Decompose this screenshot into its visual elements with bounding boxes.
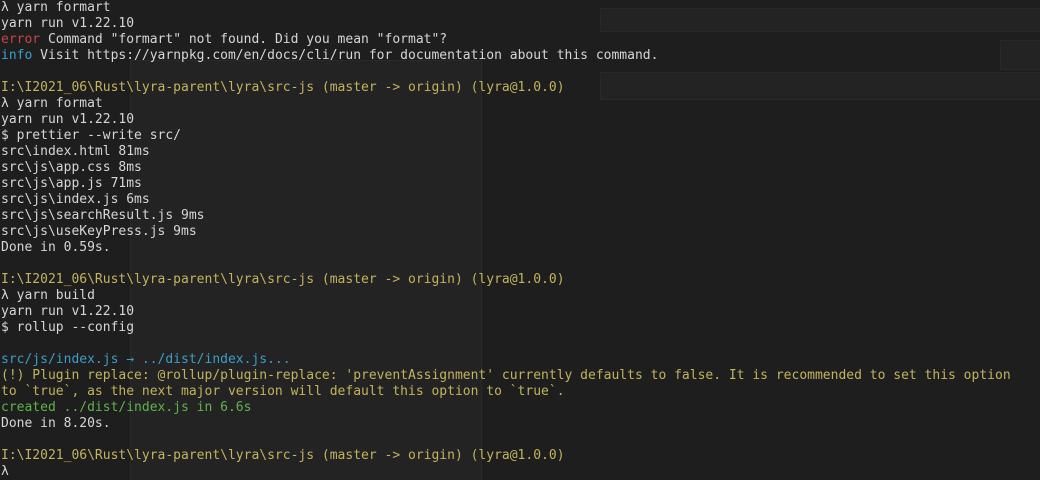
- command-line: λ yarn format: [1, 96, 103, 111]
- output-line: $ prettier --write src/: [1, 128, 182, 143]
- prompt-symbol: λ: [1, 464, 9, 479]
- prompt-path: I:\I2021_06\Rust\lyra-parent\lyra\src-js…: [1, 448, 565, 463]
- prompt-path: I:\I2021_06\Rust\lyra-parent\lyra\src-js…: [1, 272, 565, 287]
- output-line: yarn run v1.22.10: [1, 112, 135, 127]
- error-message: Command "formart" not found. Did you mea…: [40, 32, 448, 47]
- terminal-window[interactable]: λ yarn formart yarn run v1.22.10 error C…: [0, 0, 1040, 480]
- output-line: $ rollup --config: [1, 320, 135, 335]
- warning-line: to `true`, as the next major version wil…: [1, 384, 565, 399]
- output-line: yarn run v1.22.10: [1, 304, 135, 319]
- output-line: Done in 8.20s.: [1, 416, 111, 431]
- info-message: Visit https://yarnpkg.com/en/docs/cli/ru…: [32, 48, 659, 63]
- output-line: src\js\index.js 6ms: [1, 192, 150, 207]
- bundle-line: src/js/index.js → ../dist/index.js...: [1, 352, 291, 367]
- terminal-output: λ yarn formart yarn run v1.22.10 error C…: [0, 0, 1037, 480]
- prompt-path: I:\I2021_06\Rust\lyra-parent\lyra\src-js…: [1, 80, 565, 95]
- output-line: Done in 0.59s.: [1, 240, 111, 255]
- output-line: src\js\searchResult.js 9ms: [1, 208, 205, 223]
- success-line: created ../dist/index.js in 6.6s: [1, 400, 252, 415]
- info-line: info Visit https://yarnpkg.com/en/docs/c…: [1, 48, 1037, 64]
- error-line: error Command "formart" not found. Did y…: [1, 32, 1037, 48]
- warning-line: (!) Plugin replace: @rollup/plugin-repla…: [1, 368, 1011, 383]
- command-line: λ yarn build: [1, 288, 95, 303]
- command-line: λ yarn formart: [1, 0, 111, 15]
- input-prompt[interactable]: λ: [1, 464, 1037, 480]
- output-line: src\index.html 81ms: [1, 144, 150, 159]
- output-line: src\js\app.js 71ms: [1, 176, 142, 191]
- output-line: src\js\useKeyPress.js 9ms: [1, 224, 197, 239]
- output-line: src\js\app.css 8ms: [1, 160, 142, 175]
- error-tag: error: [1, 32, 41, 47]
- info-tag: info: [1, 48, 33, 63]
- output-line: yarn run v1.22.10: [1, 16, 135, 31]
